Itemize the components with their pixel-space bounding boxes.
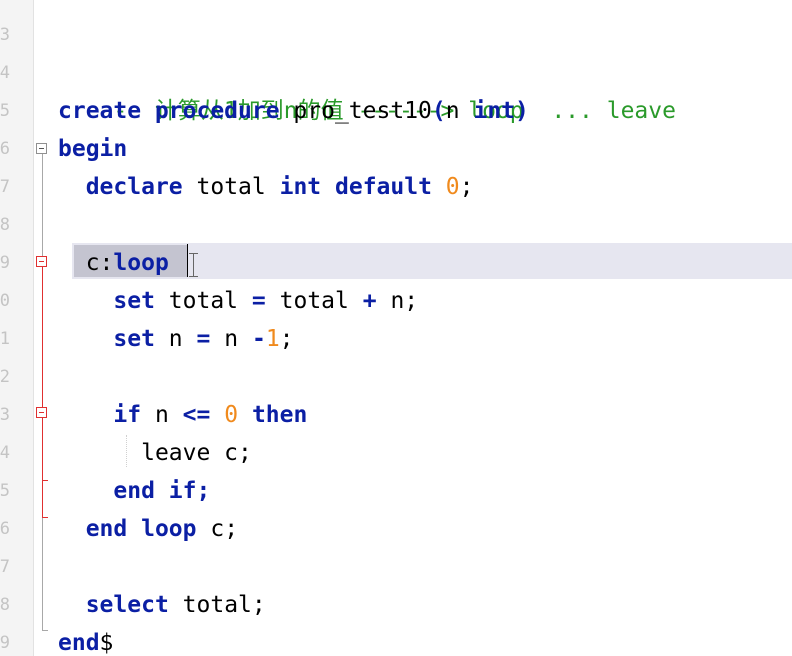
keyword: int: [473, 98, 516, 124]
line-number: 5: [0, 101, 10, 121]
fold-toggle-if[interactable]: [36, 407, 47, 418]
keyword: if: [113, 402, 142, 428]
number-literal: 0: [224, 402, 239, 428]
paren-open: (: [431, 98, 446, 124]
loop-label: c;: [210, 516, 239, 542]
code-line-set-n[interactable]: set n = n -1;: [58, 320, 294, 358]
line-number: 2: [0, 367, 10, 387]
code-line-end-if[interactable]: end if;: [58, 472, 210, 510]
variable: total: [168, 288, 239, 314]
keyword: begin: [58, 136, 128, 162]
variable: total: [279, 288, 349, 314]
keyword: end if: [113, 478, 197, 504]
semicolon: ;: [279, 326, 294, 352]
code-line-leave[interactable]: leave c;: [58, 434, 252, 472]
procedure-name: pro_test10: [293, 98, 432, 124]
line-number: 9: [0, 253, 10, 273]
line-number: 3: [0, 405, 10, 425]
line-number: 5: [0, 481, 10, 501]
code-line-end[interactable]: end$: [58, 624, 113, 656]
code-line-loop[interactable]: c:loop: [58, 244, 169, 282]
ibeam-cursor-icon: [189, 253, 198, 277]
code-line-if[interactable]: if n <= 0 then: [58, 396, 307, 434]
code-line-comment[interactable]: -- 计算从1加到n的值 ------> loop ... leave: [58, 54, 676, 124]
keyword: end: [58, 630, 100, 656]
keyword: set: [113, 288, 155, 314]
param-name: n: [445, 98, 460, 124]
line-number: 6: [0, 139, 10, 159]
line-number: 7: [0, 557, 10, 577]
line-number: 6: [0, 519, 10, 539]
variable: n: [224, 326, 239, 352]
statement: total;: [182, 592, 266, 618]
text-caret: [187, 244, 188, 277]
line-number: 4: [0, 63, 10, 83]
code-line-begin[interactable]: begin: [58, 130, 127, 168]
keyword: loop: [113, 250, 169, 276]
variable: n;: [390, 288, 419, 314]
number-literal: 1: [265, 326, 280, 352]
fold-end-begin: [42, 630, 48, 631]
line-number-gutter: 3 4 5 6 7 8 9 0 1 2 3 4 5 6 7 8 9: [0, 0, 34, 656]
operator: +: [362, 288, 377, 314]
line-number: 7: [0, 177, 10, 197]
fold-toggle-loop[interactable]: [36, 256, 47, 267]
line-number: 1: [0, 329, 10, 349]
code-line-declare[interactable]: declare total int default 0;: [58, 168, 474, 206]
code-line-create[interactable]: create procedure pro_test10(n int): [58, 92, 529, 130]
code-line-set-total[interactable]: set total = total + n;: [58, 282, 418, 320]
variable: n: [168, 326, 183, 352]
variable: n: [154, 402, 169, 428]
keyword: declare: [85, 174, 183, 200]
delimiter: $: [99, 630, 114, 656]
keyword: end loop: [85, 516, 197, 542]
fold-end-loop: [42, 517, 48, 518]
code-line-end-loop[interactable]: end loop c;: [58, 510, 238, 548]
fold-end-if: [42, 480, 48, 481]
operator: <=: [182, 402, 211, 428]
keyword: int default: [279, 174, 432, 200]
variable: total: [196, 174, 266, 200]
line-number: 8: [0, 595, 10, 615]
line-number: 4: [0, 443, 10, 463]
operator: -: [251, 326, 266, 352]
semicolon: ;: [196, 478, 211, 504]
operator: =: [251, 288, 266, 314]
semicolon: ;: [459, 174, 474, 200]
keyword: then: [251, 402, 308, 428]
operator: =: [196, 326, 211, 352]
loop-label: c:: [85, 250, 114, 276]
keyword: create procedure: [58, 98, 280, 124]
line-number: 0: [0, 291, 10, 311]
code-line-select[interactable]: select total;: [58, 586, 266, 624]
line-number: 9: [0, 633, 10, 653]
statement: leave c;: [141, 440, 252, 466]
code-editor[interactable]: 3 4 5 6 7 8 9 0 1 2 3 4 5 6 7 8 9 -- 计算从…: [0, 0, 792, 656]
keyword: select: [85, 592, 169, 618]
fold-toggle-begin[interactable]: [36, 143, 47, 154]
keyword: set: [113, 326, 155, 352]
line-number: 8: [0, 215, 10, 235]
line-number: 3: [0, 25, 10, 45]
number-literal: 0: [445, 174, 460, 200]
fold-margin: [33, 0, 55, 656]
paren-close: ): [515, 98, 529, 124]
